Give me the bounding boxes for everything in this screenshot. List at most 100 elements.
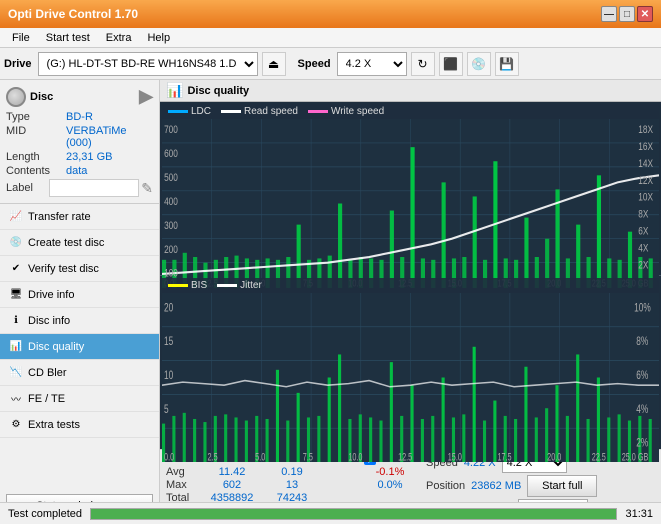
chart-bottom-legend: BIS Jitter	[162, 278, 659, 293]
menu-starttest[interactable]: Start test	[38, 30, 98, 46]
ldc-legend-label: LDC	[191, 106, 211, 117]
svg-text:700: 700	[164, 124, 178, 137]
disc-contents-val: data	[66, 165, 153, 177]
disc-expand-icon[interactable]: ▶	[139, 86, 153, 107]
stats-position-label: Position	[426, 480, 465, 492]
bis-legend-label: BIS	[191, 280, 207, 291]
nav-create-test-disc[interactable]: 💿 Create test disc	[0, 230, 159, 256]
stats-avg-jitter: -0.1%	[364, 466, 416, 478]
stats-avg-ldc: 11.42	[206, 466, 258, 478]
charts-area: LDC Read speed Write speed	[160, 102, 661, 449]
disc-title: Disc ▶	[6, 86, 153, 107]
nav-verify-test-disc[interactable]: ✔ Verify test disc	[0, 256, 159, 282]
svg-text:20: 20	[164, 302, 173, 315]
read-speed-legend-label: Read speed	[244, 106, 298, 117]
speed-select[interactable]: 4.2 X	[337, 52, 407, 76]
nav-cd-bler[interactable]: 📉 CD Bler	[0, 360, 159, 386]
stats-position-row: Position 23862 MB Start full	[426, 475, 597, 497]
titlebar-title: Opti Drive Control 1.70	[8, 7, 601, 21]
write-speed-legend-label: Write speed	[331, 106, 384, 117]
svg-text:600: 600	[164, 148, 178, 161]
disc-quality-icon: 📊	[8, 339, 24, 355]
chart-top: LDC Read speed Write speed	[160, 102, 661, 276]
nav-extra-tests[interactable]: ⚙ Extra tests	[0, 412, 159, 438]
disc-label-key: Label	[6, 182, 49, 194]
stats-spacer3	[326, 479, 356, 491]
chart-top-legend: LDC Read speed Write speed	[162, 104, 659, 119]
stats-position-value: 23862 MB	[471, 480, 521, 492]
titlebar: Opti Drive Control 1.70 — □ ✕	[0, 0, 661, 28]
statusbar: Test completed 31:31	[0, 502, 661, 524]
close-button[interactable]: ✕	[637, 6, 653, 22]
chart-bottom: BIS Jitter	[160, 276, 661, 449]
refresh-icon[interactable]: ↻	[411, 52, 435, 76]
drive-label: Drive	[4, 58, 32, 70]
nav-transfer-rate[interactable]: 📈 Transfer rate	[0, 204, 159, 230]
nav-disc-quality[interactable]: 📊 Disc quality	[0, 334, 159, 360]
svg-text:17.5: 17.5	[497, 451, 511, 462]
nav-fe-te[interactable]: 〰 FE / TE	[0, 386, 159, 412]
menu-extra[interactable]: Extra	[98, 30, 140, 46]
svg-text:2X: 2X	[638, 259, 648, 272]
eject-icon[interactable]: ⏏	[262, 52, 286, 76]
svg-text:10.0: 10.0	[348, 451, 362, 462]
svg-text:4%: 4%	[636, 403, 648, 416]
legend-read-speed: Read speed	[221, 106, 298, 117]
svg-text:2.5: 2.5	[208, 451, 218, 462]
svg-text:2%: 2%	[636, 437, 648, 450]
disc-length-val: 23,31 GB	[66, 151, 153, 163]
menu-file[interactable]: File	[4, 30, 38, 46]
svg-text:16X: 16X	[638, 141, 653, 154]
stats-max-ldc: 602	[206, 479, 258, 491]
stats-avg-bis: 0.19	[266, 466, 318, 478]
disc-label-input[interactable]	[49, 179, 139, 197]
svg-text:15.0: 15.0	[448, 451, 462, 462]
stats-avg-label: Avg	[166, 466, 198, 478]
disc-panel-label: Disc	[30, 91, 53, 103]
svg-text:8%: 8%	[636, 336, 648, 349]
menu-help[interactable]: Help	[139, 30, 178, 46]
maximize-button[interactable]: □	[619, 6, 635, 22]
bis-legend-color	[168, 284, 188, 287]
content-header: 📊 Disc quality	[160, 80, 661, 102]
drive-select[interactable]: (G:) HL-DT-ST BD-RE WH16NS48 1.D3	[38, 52, 258, 76]
read-speed-legend-color	[221, 110, 241, 113]
svg-text:20.0: 20.0	[547, 451, 561, 462]
svg-text:22.5: 22.5	[592, 451, 606, 462]
svg-text:400: 400	[164, 196, 178, 209]
svg-text:5: 5	[164, 403, 169, 416]
stop-icon[interactable]: ⬛	[439, 52, 463, 76]
svg-text:10: 10	[164, 370, 173, 383]
disc-label-edit-icon[interactable]: ✎	[141, 180, 153, 197]
start-full-button[interactable]: Start full	[527, 475, 597, 497]
disc-info-icon: ℹ	[8, 313, 24, 329]
save-icon[interactable]: 💾	[495, 52, 519, 76]
svg-text:12.5: 12.5	[398, 451, 412, 462]
stats-spacer2	[326, 466, 356, 478]
nav-drive-info[interactable]: 🖥 Drive info	[0, 282, 159, 308]
create-test-disc-icon: 💿	[8, 235, 24, 251]
svg-text:7.5: 7.5	[303, 451, 313, 462]
status-text: Test completed	[8, 508, 82, 520]
svg-text:10%: 10%	[634, 302, 651, 315]
disc-contents-key: Contents	[6, 165, 66, 177]
sidebar: Disc ▶ Type BD-R MID VERBATiMe (000) Len…	[0, 80, 160, 524]
disc-label-row: Label ✎	[6, 179, 153, 197]
stats-max-label: Max	[166, 479, 198, 491]
nav-disc-info[interactable]: ℹ Disc info	[0, 308, 159, 334]
menubar: File Start test Extra Help	[0, 28, 661, 48]
svg-text:200: 200	[164, 244, 178, 257]
stats-max-jitter: 0.0%	[364, 479, 416, 491]
disc-icon[interactable]: 💿	[467, 52, 491, 76]
disc-panel: Disc ▶ Type BD-R MID VERBATiMe (000) Len…	[0, 80, 159, 204]
disc-contents-row: Contents data	[6, 165, 153, 177]
disc-type-key: Type	[6, 111, 66, 123]
content-area: 📊 Disc quality LDC Read speed	[160, 80, 661, 524]
minimize-button[interactable]: —	[601, 6, 617, 22]
toolbar: Drive (G:) HL-DT-ST BD-RE WH16NS48 1.D3 …	[0, 48, 661, 80]
svg-text:6%: 6%	[636, 370, 648, 383]
stats-avg-row: Avg 11.42 0.19 -0.1%	[166, 466, 416, 478]
svg-text:5.0: 5.0	[255, 451, 265, 462]
svg-text:0.0: 0.0	[164, 451, 174, 462]
disc-mid-row: MID VERBATiMe (000)	[6, 125, 153, 149]
